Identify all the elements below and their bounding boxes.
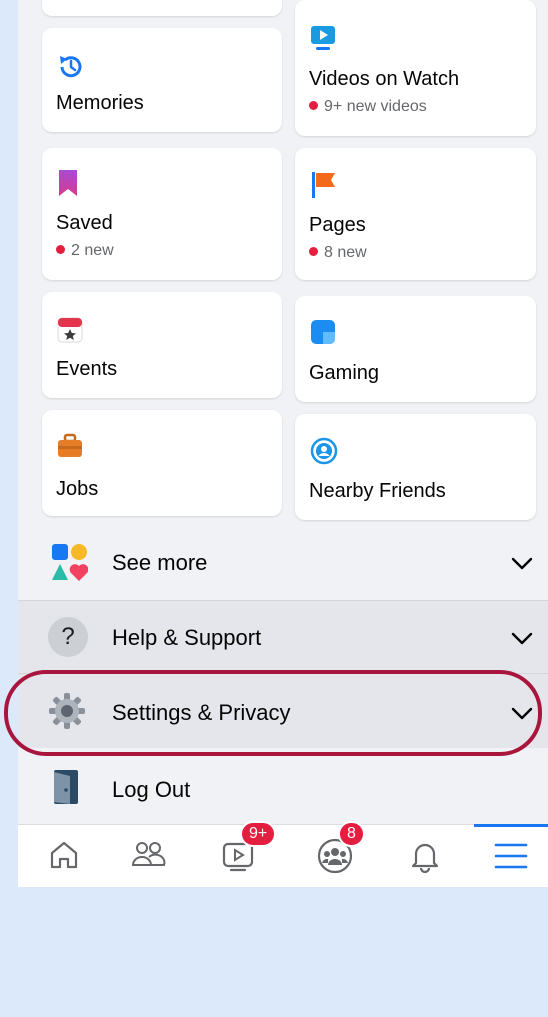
menu-screen: Videos on Watch 9+ new videos Memories S… bbox=[18, 0, 548, 826]
shortcut-title: Jobs bbox=[56, 478, 99, 500]
shortcut-card-pages[interactable]: Pages 8 new bbox=[295, 148, 536, 280]
gaming-icon bbox=[311, 320, 335, 344]
settings-privacy-row[interactable]: Settings & Privacy bbox=[18, 674, 548, 748]
chevron-down-icon bbox=[511, 632, 533, 645]
shortcut-title: Events bbox=[56, 358, 118, 380]
nearby-friends-icon bbox=[310, 437, 338, 465]
memories-clock-icon bbox=[60, 56, 82, 78]
tab-friends[interactable] bbox=[118, 829, 178, 885]
tab-notifications[interactable] bbox=[396, 829, 456, 885]
see-more-label: See more bbox=[112, 550, 208, 575]
shortcut-subtitle: 2 new bbox=[56, 242, 114, 260]
shortcut-card-events[interactable]: Events bbox=[42, 292, 282, 398]
friends-icon bbox=[131, 842, 166, 866]
shortcut-title: Memories bbox=[56, 92, 144, 114]
gear-icon bbox=[49, 693, 85, 729]
help-support-row[interactable]: ? Help & Support bbox=[18, 601, 548, 673]
chevron-down-icon bbox=[511, 707, 533, 720]
jobs-briefcase-icon bbox=[58, 433, 82, 457]
door-exit-icon bbox=[54, 770, 78, 804]
tab-menu[interactable] bbox=[480, 829, 540, 885]
home-icon bbox=[50, 841, 78, 869]
shortcut-subtitle: 8 new bbox=[309, 244, 367, 262]
watch-icon bbox=[311, 26, 335, 50]
hamburger-menu-icon bbox=[494, 843, 528, 869]
help-support-label: Help & Support bbox=[112, 625, 262, 650]
shortcut-title: Pages bbox=[309, 214, 366, 236]
active-tab-indicator bbox=[474, 824, 548, 827]
help-icon: ? bbox=[48, 617, 88, 657]
shortcut-title: Nearby Friends bbox=[309, 480, 446, 502]
shortcut-card-saved[interactable]: Saved 2 new bbox=[42, 148, 282, 280]
shortcut-card-jobs[interactable]: Jobs bbox=[42, 410, 282, 516]
bottom-tab-bar: 9+ 8 bbox=[18, 821, 548, 887]
new-dot bbox=[309, 247, 318, 256]
pages-flag-icon bbox=[312, 172, 335, 198]
tab-home[interactable] bbox=[34, 829, 94, 885]
log-out-row-visible[interactable]: Log Out bbox=[18, 753, 548, 825]
shortcut-card-gaming[interactable]: Gaming bbox=[295, 296, 536, 402]
shortcut-card-partial-left[interactable] bbox=[42, 0, 282, 16]
shortcut-card-nearby-friends[interactable]: Nearby Friends bbox=[295, 414, 536, 520]
tab-watch[interactable]: 9+ bbox=[212, 821, 277, 885]
see-more-shapes-icon bbox=[52, 544, 88, 581]
watch-badge: 9+ bbox=[240, 821, 277, 847]
saved-bookmark-icon bbox=[59, 170, 77, 196]
events-calendar-icon bbox=[57, 317, 83, 343]
tab-groups[interactable]: 8 bbox=[308, 821, 368, 885]
groups-badge: 8 bbox=[338, 821, 365, 847]
shortcut-card-memories[interactable]: Memories bbox=[42, 28, 282, 132]
shortcut-subtitle: 9+ new videos bbox=[309, 98, 427, 116]
shortcut-title: Videos on Watch bbox=[309, 68, 460, 90]
chevron-down-icon bbox=[511, 557, 533, 570]
see-more-row[interactable]: See more bbox=[18, 530, 548, 600]
settings-privacy-label: Settings & Privacy bbox=[112, 700, 291, 725]
new-dot bbox=[56, 245, 65, 254]
shortcut-card-videos[interactable]: Videos on Watch 9+ new videos bbox=[295, 0, 536, 136]
bell-icon bbox=[411, 843, 439, 873]
shortcut-title: Saved bbox=[56, 212, 113, 234]
log-out-label: Log Out bbox=[112, 777, 191, 802]
shortcut-title: Gaming bbox=[309, 362, 380, 384]
new-dot bbox=[309, 101, 318, 110]
